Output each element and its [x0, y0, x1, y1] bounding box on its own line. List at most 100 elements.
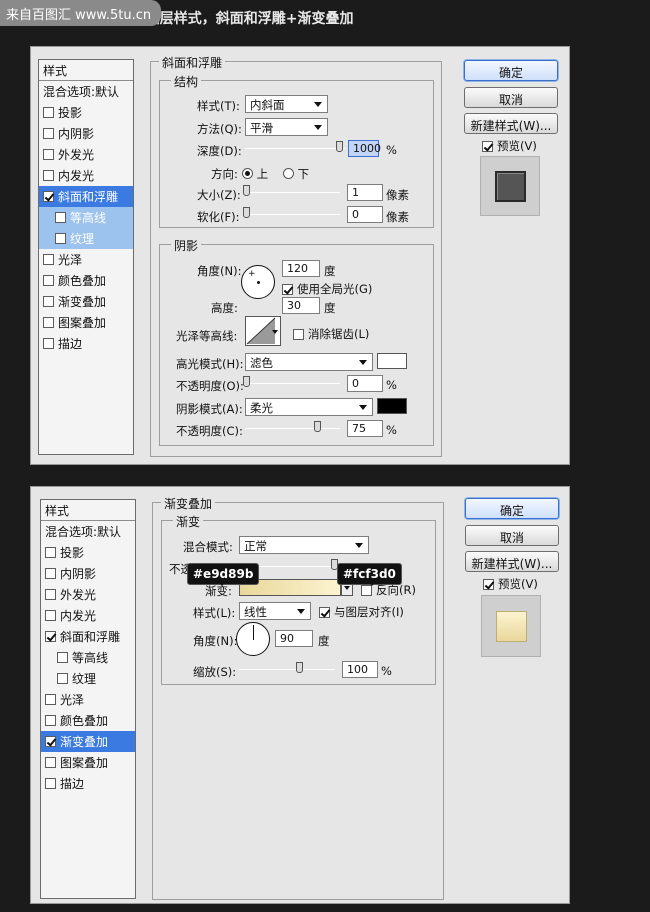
radio-icon[interactable]: [242, 168, 253, 179]
blending-options-item[interactable]: 混合选项:默认: [41, 521, 135, 542]
style-item-texture[interactable]: 纹理: [39, 228, 133, 249]
checkbox[interactable]: [43, 107, 54, 118]
scale-slider-thumb[interactable]: [296, 662, 303, 673]
style-item-inner-glow[interactable]: 内发光: [41, 605, 135, 626]
depth-slider-thumb[interactable]: [336, 141, 343, 152]
checkbox[interactable]: [43, 275, 54, 286]
technique-select[interactable]: 平滑: [245, 118, 328, 136]
angle-dial[interactable]: [236, 622, 270, 656]
shadow-opacity-track[interactable]: [245, 428, 340, 429]
checkbox[interactable]: [482, 140, 493, 152]
styles-list-header[interactable]: 样式: [39, 60, 133, 81]
gloss-contour-dropdown[interactable]: [271, 327, 280, 337]
style-item-contour[interactable]: 等高线: [39, 207, 133, 228]
scale-input[interactable]: 100: [342, 661, 378, 678]
altitude-input[interactable]: 30: [282, 297, 320, 314]
direction-down-radio[interactable]: 下: [283, 166, 309, 182]
style-item-color-overlay[interactable]: 颜色叠加: [39, 270, 133, 291]
checkbox[interactable]: [45, 694, 56, 705]
shadow-opacity-thumb[interactable]: [314, 421, 321, 432]
checkbox[interactable]: [282, 283, 293, 295]
checkbox[interactable]: [43, 254, 54, 265]
checkbox[interactable]: [45, 631, 56, 642]
cancel-button[interactable]: 取消: [464, 87, 558, 108]
size-slider-thumb[interactable]: [243, 185, 250, 196]
style-item-inner-shadow[interactable]: 内阴影: [39, 123, 133, 144]
shadow-color-swatch[interactable]: [377, 398, 407, 414]
ok-button[interactable]: 确定: [464, 60, 558, 81]
style-item-pattern-overlay[interactable]: 图案叠加: [41, 752, 135, 773]
checkbox[interactable]: [43, 191, 54, 202]
style-item-pattern-overlay[interactable]: 图案叠加: [39, 312, 133, 333]
checkbox[interactable]: [45, 589, 56, 600]
anti-aliased-checkbox[interactable]: 消除锯齿(L): [293, 326, 369, 342]
checkbox[interactable]: [43, 149, 54, 160]
checkbox[interactable]: [319, 606, 330, 618]
checkbox[interactable]: [43, 296, 54, 307]
style-item-outer-glow[interactable]: 外发光: [41, 584, 135, 605]
soften-slider-track[interactable]: [245, 214, 340, 215]
soften-slider-thumb[interactable]: [243, 207, 250, 218]
style-item-color-overlay[interactable]: 颜色叠加: [41, 710, 135, 731]
blend-mode-select[interactable]: 正常: [239, 536, 369, 554]
shadow-opacity-input[interactable]: 75: [347, 420, 383, 437]
highlight-opacity-track[interactable]: [245, 383, 340, 384]
highlight-mode-select[interactable]: 滤色: [245, 353, 373, 371]
checkbox[interactable]: [57, 673, 68, 684]
checkbox[interactable]: [43, 338, 54, 349]
align-with-layer-checkbox[interactable]: 与图层对齐(I): [319, 604, 404, 620]
style-item-texture[interactable]: 纹理: [41, 668, 135, 689]
style-item-bevel-emboss[interactable]: 斜面和浮雕: [39, 186, 133, 207]
ok-button[interactable]: 确定: [465, 498, 559, 519]
checkbox[interactable]: [45, 757, 56, 768]
style-item-gradient-overlay[interactable]: 渐变叠加: [41, 731, 135, 752]
global-light-checkbox[interactable]: 使用全局光(G): [282, 281, 372, 297]
style-item-contour[interactable]: 等高线: [41, 647, 135, 668]
style-item-outer-glow[interactable]: 外发光: [39, 144, 133, 165]
checkbox[interactable]: [55, 212, 66, 223]
angle-input[interactable]: 90: [275, 630, 313, 647]
new-style-button[interactable]: 新建样式(W)...: [465, 551, 559, 572]
blending-options-item[interactable]: 混合选项:默认: [39, 81, 133, 102]
checkbox[interactable]: [45, 778, 56, 789]
checkbox[interactable]: [55, 233, 66, 244]
checkbox[interactable]: [45, 715, 56, 726]
style-item-stroke[interactable]: 描边: [41, 773, 135, 794]
checkbox[interactable]: [45, 736, 56, 747]
checkbox[interactable]: [45, 568, 56, 579]
preview-checkbox[interactable]: 预览(V): [482, 138, 537, 154]
depth-input[interactable]: 1000: [348, 140, 381, 157]
radio-icon[interactable]: [283, 168, 294, 179]
gradient-style-select[interactable]: 线性: [239, 602, 311, 620]
shadow-mode-select[interactable]: 柔光: [245, 398, 373, 416]
highlight-opacity-input[interactable]: 0: [347, 375, 383, 392]
bevel-style-select[interactable]: 内斜面: [245, 95, 328, 113]
style-item-satin[interactable]: 光泽: [41, 689, 135, 710]
preview-checkbox[interactable]: 预览(V): [483, 576, 538, 592]
style-item-bevel-emboss[interactable]: 斜面和浮雕: [41, 626, 135, 647]
style-item-inner-shadow[interactable]: 内阴影: [41, 563, 135, 584]
checkbox[interactable]: [293, 328, 304, 340]
direction-up-radio[interactable]: 上: [242, 166, 268, 182]
checkbox[interactable]: [43, 170, 54, 181]
checkbox[interactable]: [483, 578, 494, 590]
style-item-satin[interactable]: 光泽: [39, 249, 133, 270]
checkbox[interactable]: [45, 610, 56, 621]
highlight-color-swatch[interactable]: [377, 353, 407, 369]
size-slider-track[interactable]: [245, 192, 340, 193]
style-item-stroke[interactable]: 描边: [39, 333, 133, 354]
angle-input[interactable]: 120: [282, 260, 320, 277]
cancel-button[interactable]: 取消: [465, 525, 559, 546]
style-item-inner-glow[interactable]: 内发光: [39, 165, 133, 186]
checkbox[interactable]: [43, 128, 54, 139]
checkbox[interactable]: [57, 652, 68, 663]
scale-slider-track[interactable]: [239, 669, 335, 670]
soften-input[interactable]: 0: [347, 206, 383, 223]
styles-list-header[interactable]: 样式: [41, 500, 135, 521]
style-item-gradient-overlay[interactable]: 渐变叠加: [39, 291, 133, 312]
style-item-drop-shadow[interactable]: 投影: [39, 102, 133, 123]
checkbox[interactable]: [45, 547, 56, 558]
angle-dial[interactable]: +: [241, 265, 275, 299]
highlight-opacity-thumb[interactable]: [243, 376, 250, 387]
checkbox[interactable]: [43, 317, 54, 328]
